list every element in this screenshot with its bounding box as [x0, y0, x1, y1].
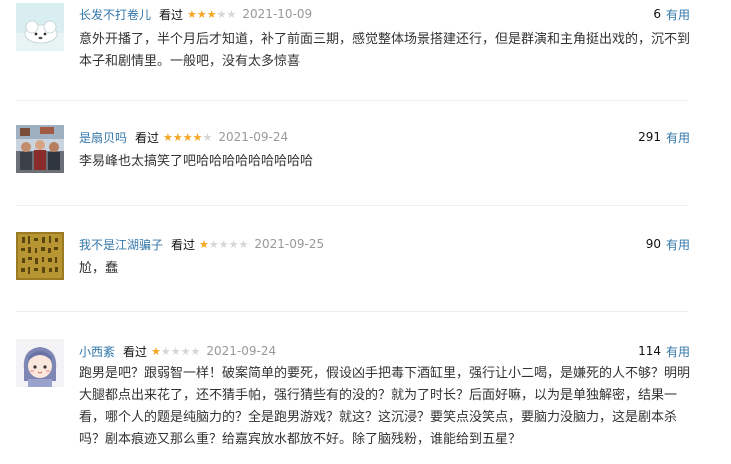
vote-count: 90 — [645, 237, 661, 251]
vote-count: 114 — [638, 344, 661, 358]
review-date: 2021-10-09 — [242, 7, 313, 21]
watched-status: 看过 — [123, 344, 148, 359]
avatar[interactable] — [16, 3, 64, 51]
star-icon: ★ — [190, 344, 201, 358]
star-rating: ★ ★ ★ ★ ★ — [151, 346, 200, 357]
helpful-button[interactable]: 有用 — [666, 236, 690, 253]
divider — [16, 100, 688, 101]
review-content: 李易峰也太搞笑了吧哈哈哈哈哈哈哈哈哈 — [79, 154, 314, 169]
vote-widget: 291 有用 — [638, 127, 690, 147]
star-icon: ★ — [202, 130, 213, 144]
review-date: 2021-09-25 — [254, 237, 325, 251]
review-meta: 我不是江湖骗子 看过 ★ ★ ★ ★ ★ 2021-09-25 — [79, 234, 324, 254]
username-link[interactable]: 是扇贝吗 — [79, 129, 127, 146]
username-link[interactable]: 我不是江湖骗子 — [79, 236, 163, 253]
watched-status: 看过 — [171, 237, 196, 252]
vote-widget: 6 有用 — [653, 4, 690, 24]
username-link[interactable]: 小西紊 — [79, 343, 115, 360]
star-rating: ★ ★ ★ ★ ★ — [199, 239, 248, 250]
review-meta: 小西紊 看过 ★ ★ ★ ★ ★ 2021-09-24 — [79, 341, 276, 361]
star-icon: ★ — [163, 130, 173, 144]
vote-count: 6 — [653, 7, 661, 21]
watched-status: 看过 — [159, 7, 184, 22]
vote-count: 291 — [638, 130, 661, 144]
star-icon: ★ — [206, 7, 217, 21]
review-content: 意外开播了，半个月后才知道，补了前面三期，感觉整体场景搭建还行，但是群演和主角挺… — [79, 32, 691, 69]
star-icon: ★ — [228, 237, 239, 251]
watched-status: 看过 — [135, 130, 160, 145]
review-date: 2021-09-24 — [218, 130, 289, 144]
star-icon: ★ — [160, 344, 171, 358]
review-date: 2021-09-24 — [206, 344, 277, 358]
star-rating: ★ ★ ★ ★ ★ — [163, 132, 212, 143]
star-icon: ★ — [196, 7, 207, 21]
star-icon: ★ — [199, 237, 209, 251]
star-icon: ★ — [226, 7, 237, 21]
star-icon: ★ — [238, 237, 249, 251]
helpful-button[interactable]: 有用 — [666, 6, 690, 23]
star-icon: ★ — [172, 130, 183, 144]
review-meta: 是扇贝吗 看过 ★ ★ ★ ★ ★ 2021-09-24 — [79, 127, 288, 147]
review-meta: 长发不打卷儿 看过 ★ ★ ★ ★ ★ 2021-10-09 — [79, 4, 312, 24]
helpful-button[interactable]: 有用 — [666, 343, 690, 360]
star-icon: ★ — [182, 130, 193, 144]
divider — [16, 205, 688, 206]
vote-widget: 114 有用 — [638, 341, 690, 361]
avatar[interactable] — [16, 232, 64, 280]
star-icon: ★ — [208, 237, 219, 251]
username-link[interactable]: 长发不打卷儿 — [79, 6, 151, 23]
star-icon: ★ — [180, 344, 191, 358]
star-icon: ★ — [170, 344, 181, 358]
star-icon: ★ — [192, 130, 203, 144]
star-icon: ★ — [216, 7, 227, 21]
star-icon: ★ — [218, 237, 229, 251]
review-content: 尬，蠢 — [79, 261, 119, 276]
helpful-button[interactable]: 有用 — [666, 129, 690, 146]
review-content: 跑男是吧？跟弱智一样！破案简单的要死，假设凶手把毒下酒缸里，强行让小二喝，是嫌死… — [79, 366, 691, 447]
star-icon: ★ — [151, 344, 161, 358]
star-rating: ★ ★ ★ ★ ★ — [187, 9, 236, 20]
star-icon: ★ — [187, 7, 197, 21]
avatar[interactable] — [16, 339, 64, 387]
divider — [16, 311, 688, 312]
avatar[interactable] — [16, 125, 64, 173]
vote-widget: 90 有用 — [646, 234, 690, 254]
